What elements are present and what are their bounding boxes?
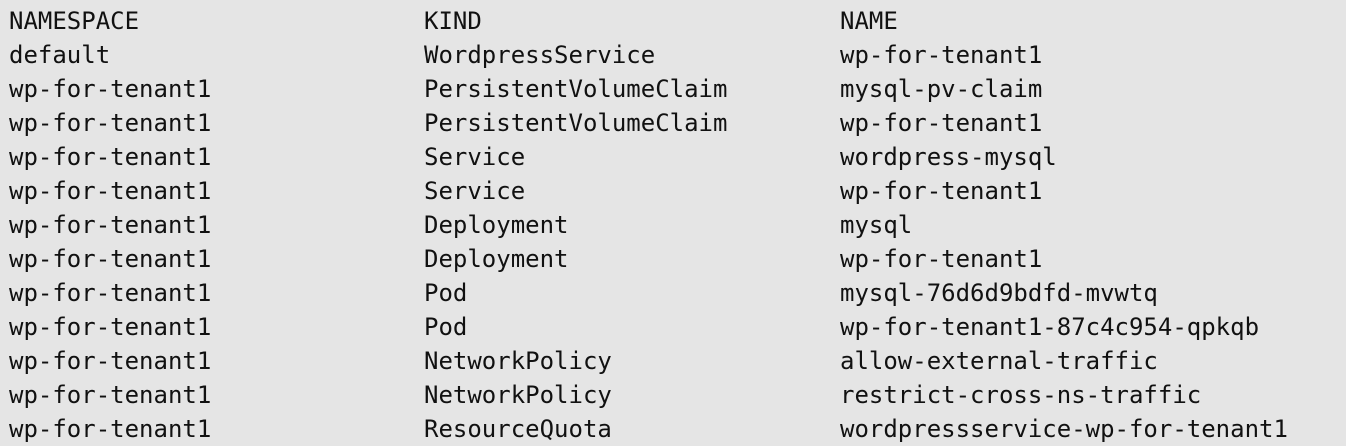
row-name: wordpress-mysql: [840, 143, 1057, 171]
table-row: wp-for-tenant1 PersistentVolumeClaim mysql…: [9, 72, 1042, 106]
row-name: allow-external-traffic: [840, 347, 1158, 375]
row-name: wp-for-tenant1-87c4c954-qpkqb: [840, 313, 1260, 341]
terminal-window[interactable]: NAMESPACE KIND NAME default WordpressServ…: [0, 0, 1346, 446]
table-row: wp-for-tenant1 NetworkPolicy allow-externa…: [9, 344, 1158, 378]
row-namespace: wp-for-tenant1: [9, 109, 212, 137]
resource-table: NAMESPACE KIND NAME default WordpressServ…: [9, 4, 1288, 446]
row-name: wp-for-tenant1: [840, 109, 1043, 137]
table-row: wp-for-tenant1 Pod mysql-76d6d9bdfd-mvwtq: [9, 276, 1158, 310]
row-namespace: wp-for-tenant1: [9, 313, 212, 341]
row-namespace: wp-for-tenant1: [9, 279, 212, 307]
table-row: wp-for-tenant1 Service wp-for-tenant1: [9, 174, 1042, 208]
row-namespace: wp-for-tenant1: [9, 75, 212, 103]
row-kind: NetworkPolicy: [424, 347, 612, 375]
row-kind: Deployment: [424, 245, 569, 273]
row-namespace: wp-for-tenant1: [9, 177, 212, 205]
row-kind: Pod: [424, 313, 468, 341]
row-namespace: wp-for-tenant1: [9, 415, 212, 443]
table-row: wp-for-tenant1 Pod wp-for-tenant1-87c4c954…: [9, 310, 1259, 344]
row-name: mysql-76d6d9bdfd-mvwtq: [840, 279, 1158, 307]
table-row: wp-for-tenant1 PersistentVolumeClaim wp-fo…: [9, 106, 1042, 140]
row-namespace: wp-for-tenant1: [9, 381, 212, 409]
row-kind: Service: [424, 177, 526, 205]
table-header-row: NAMESPACE KIND NAME: [9, 4, 898, 38]
prompt-line-remnant: [0, 0, 1346, 2]
table-row: default WordpressService wp-for-tenant1: [9, 38, 1042, 72]
row-namespace: wp-for-tenant1: [9, 143, 212, 171]
table-row: wp-for-tenant1 Deployment wp-for-tenant1: [9, 242, 1042, 276]
row-name: mysql: [840, 211, 913, 239]
row-kind: Deployment: [424, 211, 569, 239]
row-kind: NetworkPolicy: [424, 381, 612, 409]
row-kind: PersistentVolumeClaim: [424, 109, 728, 137]
row-kind: PersistentVolumeClaim: [424, 75, 728, 103]
row-namespace: wp-for-tenant1: [9, 211, 212, 239]
table-row: wp-for-tenant1 Deployment mysql: [9, 208, 912, 242]
row-kind: Pod: [424, 279, 468, 307]
row-name: wp-for-tenant1: [840, 177, 1043, 205]
header-kind: KIND: [424, 7, 482, 35]
row-namespace: default: [9, 41, 111, 69]
row-kind: ResourceQuota: [424, 415, 612, 443]
row-namespace: wp-for-tenant1: [9, 245, 212, 273]
row-namespace: wp-for-tenant1: [9, 347, 212, 375]
table-row: wp-for-tenant1 ResourceQuota wordpressserv…: [9, 412, 1288, 446]
row-kind: WordpressService: [424, 41, 656, 69]
row-name: restrict-cross-ns-traffic: [840, 381, 1202, 409]
row-name: wp-for-tenant1: [840, 41, 1043, 69]
table-row: wp-for-tenant1 NetworkPolicy restrict-cros…: [9, 378, 1201, 412]
table-body: default WordpressService wp-for-tenant1 wp-…: [9, 38, 1288, 446]
header-namespace: NAMESPACE: [9, 7, 140, 35]
header-name: NAME: [840, 7, 898, 35]
row-kind: Service: [424, 143, 526, 171]
row-name: mysql-pv-claim: [840, 75, 1043, 103]
row-name: wordpressservice-wp-for-tenant1: [840, 415, 1288, 443]
row-name: wp-for-tenant1: [840, 245, 1043, 273]
table-row: wp-for-tenant1 Service wordpress-mysql: [9, 140, 1057, 174]
